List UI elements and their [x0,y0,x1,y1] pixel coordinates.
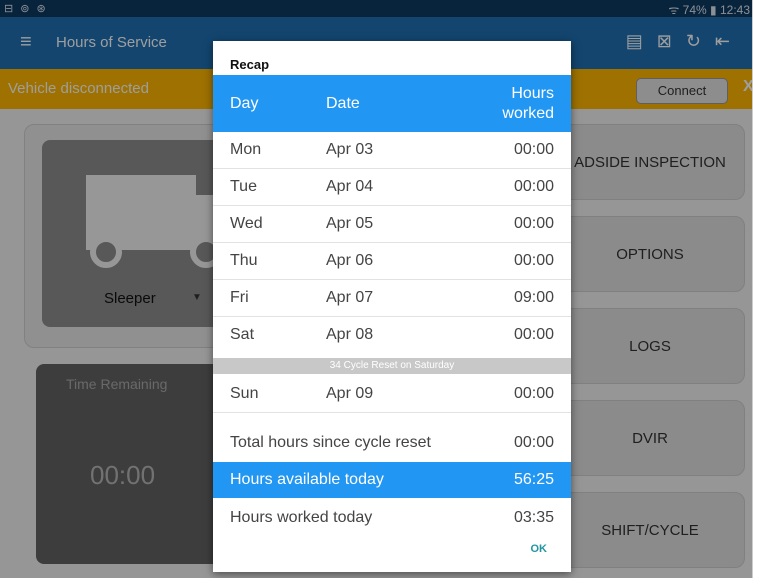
row-hours: 00:00 [513,326,554,343]
table-row: Mon Apr 03 00:00 [213,132,571,169]
hours-available-label: Hours available today [230,471,384,488]
table-row: Fri Apr 07 09:00 [213,280,571,317]
row-hours: 00:00 [513,141,554,158]
ok-button[interactable]: OK [531,543,548,555]
hours-worked-value: 03:35 [513,509,554,526]
total-hours-value: 00:00 [513,434,554,451]
total-hours-label: Total hours since cycle reset [230,434,431,451]
header-date: Date [326,95,360,112]
row-hours: 00:00 [513,178,554,195]
row-date: Apr 06 [326,252,374,269]
table-header: Day Date Hours worked [213,75,571,132]
table-row: Tue Apr 04 00:00 [213,169,571,206]
table-row: Wed Apr 05 00:00 [213,206,571,243]
header-hours: Hours worked [502,85,554,122]
hours-available-value: 56:25 [513,471,554,488]
row-date: Apr 07 [326,289,374,306]
hours-worked-label: Hours worked today [230,509,373,526]
table-row: Sun Apr 09 00:00 [213,376,571,413]
row-day: Fri [230,289,249,306]
row-day: Sat [230,326,255,343]
row-hours: 09:00 [513,289,554,306]
row-date: Apr 03 [326,141,374,158]
hours-available-row: Hours available today 56:25 [213,462,571,498]
row-date: Apr 05 [326,215,374,232]
page-margin [753,0,763,578]
device-screen: ⊟ ⊚ ⊛ ᯤ 74% ▮ 12:43 ≡ Hours of Service ▤… [0,0,753,578]
table-row: Thu Apr 06 00:00 [213,243,571,280]
cycle-reset-note: 34 Cycle Reset on Saturday [213,358,571,374]
row-date: Apr 08 [326,326,374,343]
total-hours-row: Total hours since cycle reset 00:00 [213,425,571,461]
recap-dialog: Recap Day Date Hours worked Mon Apr 03 0… [213,41,571,572]
hours-worked-row: Hours worked today 03:35 [213,500,571,536]
row-date: Apr 09 [326,385,374,402]
row-day: Sun [230,385,259,402]
dialog-title: Recap [230,57,270,72]
row-date: Apr 04 [326,178,374,195]
table-row: Sat Apr 08 00:00 [213,317,571,354]
row-hours: 00:00 [513,385,554,402]
row-day: Tue [230,178,257,195]
row-day: Thu [230,252,258,269]
header-day: Day [230,95,259,112]
row-day: Wed [230,215,263,232]
row-hours: 00:00 [513,252,554,269]
row-hours: 00:00 [513,215,554,232]
row-day: Mon [230,141,262,158]
